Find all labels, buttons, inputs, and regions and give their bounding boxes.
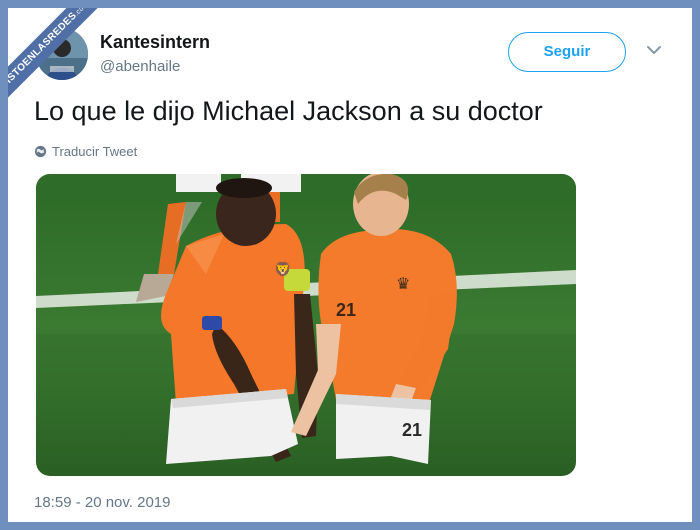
football-photo: 🦁 ♛ 21 21 xyxy=(36,174,576,476)
globe-icon xyxy=(34,145,47,158)
translate-tweet-link[interactable]: Traducir Tweet xyxy=(34,144,137,159)
jersey-crest-left: 🦁 xyxy=(274,261,291,278)
user-name[interactable]: Kantesintern xyxy=(100,32,210,53)
shorts-number-right: 21 xyxy=(402,420,422,440)
tweet-photo[interactable]: 🦁 ♛ 21 21 xyxy=(36,174,576,476)
follow-button[interactable]: Seguir xyxy=(508,32,626,72)
jersey-number-right: 21 xyxy=(336,300,356,320)
translate-label: Traducir Tweet xyxy=(52,144,138,159)
tweet-card: VISTOENLASREDES.com Kantesintern @abenha… xyxy=(8,8,692,522)
tweet-text: Lo que le dijo Michael Jackson a su doct… xyxy=(34,96,543,126)
jersey-crest-right: ♛ xyxy=(396,276,410,293)
chevron-down-icon[interactable] xyxy=(644,42,664,58)
watermark-suffix: .com xyxy=(73,8,90,18)
tweet-timestamp[interactable]: 18:59 - 20 nov. 2019 xyxy=(34,494,171,511)
user-handle[interactable]: @abenhaile xyxy=(100,58,180,75)
